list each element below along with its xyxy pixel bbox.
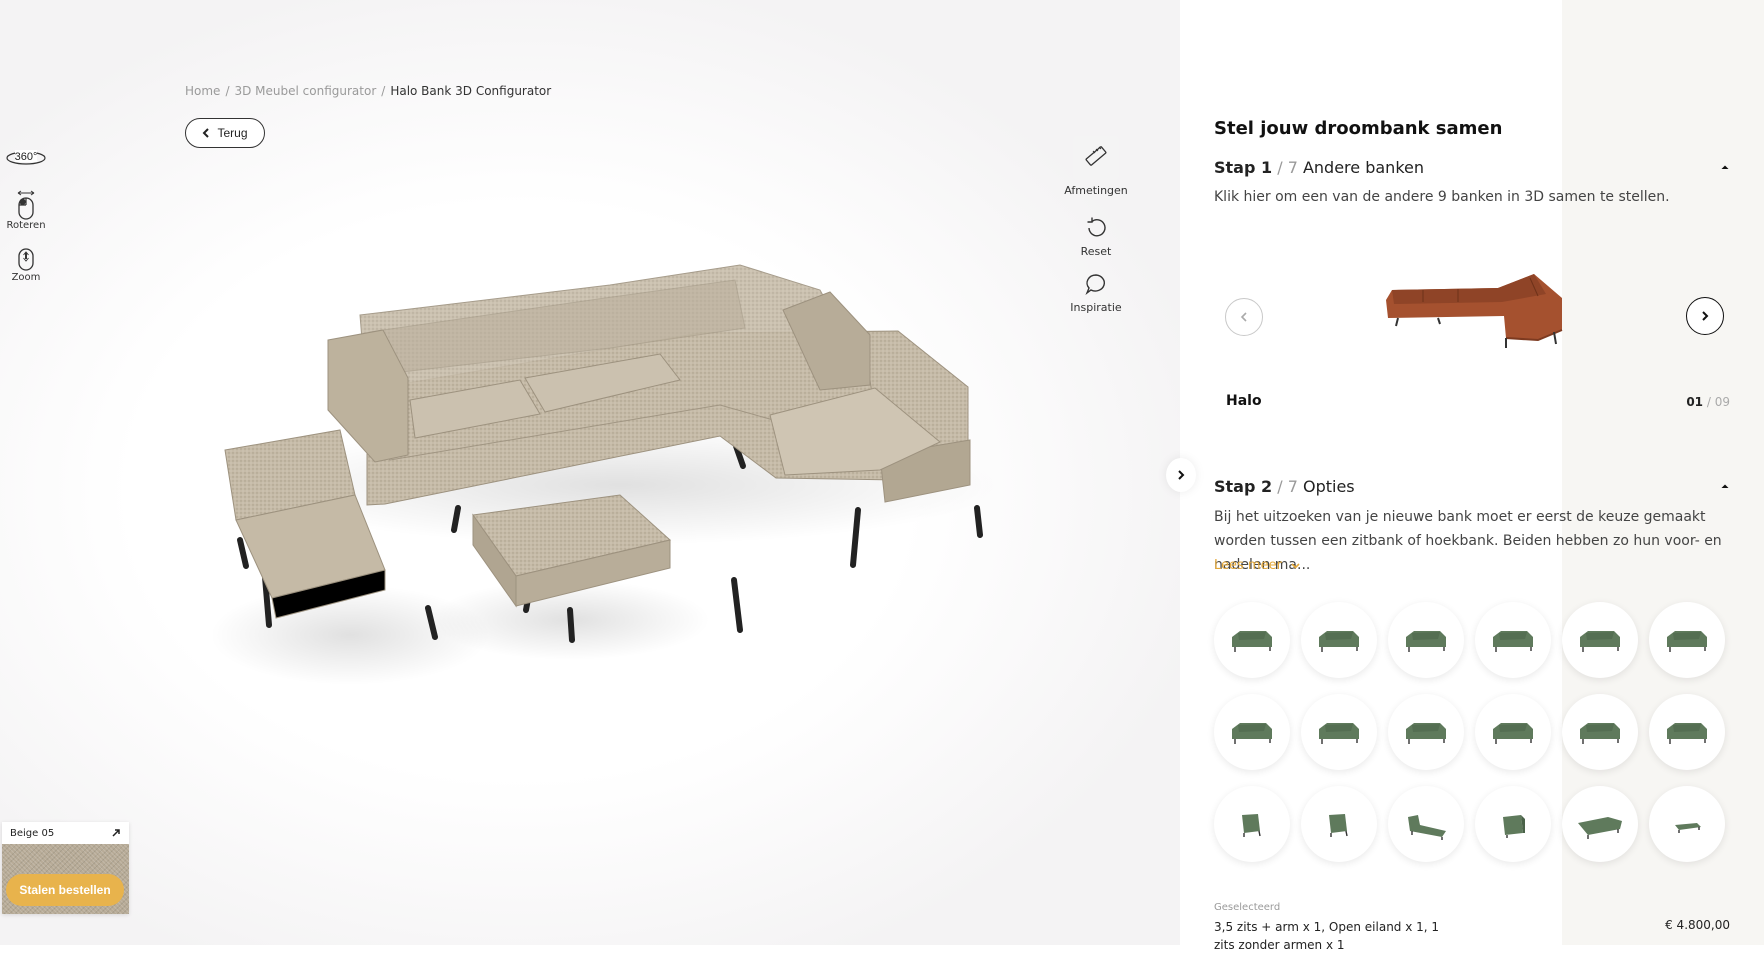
sofa-icon [1232, 631, 1272, 652]
order-samples-button[interactable]: Stalen bestellen [6, 874, 124, 906]
back-button[interactable]: Terug [185, 118, 265, 148]
sofa-icon [1493, 723, 1533, 744]
sofa-icon [1667, 631, 1707, 652]
tool-dimensions[interactable]: Afmetingen [1060, 136, 1132, 197]
option-chaise-longue[interactable] [1388, 786, 1464, 862]
option-ottoman[interactable] [1649, 786, 1725, 862]
option-sofa-4-seat-long[interactable] [1562, 602, 1638, 678]
model-name: Halo [1226, 393, 1262, 409]
option-sofa-2-5-seat-b[interactable] [1475, 694, 1551, 770]
control-zoom[interactable]: Zoom [0, 248, 52, 283]
step-1-header[interactable]: Stap 1 / 7 Andere banken [1214, 158, 1730, 182]
tool-reset[interactable]: Reset [1060, 216, 1132, 258]
chevron-down-icon [1291, 562, 1300, 569]
tool-dimensions-label: Afmetingen [1064, 184, 1128, 197]
breadcrumb-configurator[interactable]: 3D Meubel configurator [234, 84, 376, 98]
chaise-icon [1408, 815, 1446, 840]
sofa-icon [1232, 723, 1272, 744]
model-thumbnail[interactable] [1378, 268, 1574, 352]
sofa-icon [1406, 631, 1446, 652]
sofa-icon [1319, 723, 1359, 744]
chevron-left-icon [1240, 312, 1247, 322]
option-sofa-2-seat[interactable] [1562, 694, 1638, 770]
chevron-right-icon [1702, 311, 1709, 321]
breadcrumb: Home/3D Meubel configurator / Halo Bank 3D… [185, 84, 552, 98]
next-model-button[interactable] [1686, 297, 1724, 335]
option-sofa-3-seat-arm[interactable] [1388, 602, 1464, 678]
option-open-island[interactable] [1562, 786, 1638, 862]
read-more-link[interactable]: Lees meer [1214, 558, 1300, 573]
prev-model-button[interactable] [1225, 298, 1263, 336]
step-1-description: Klik hier om een van de andere 9 banken … [1214, 189, 1670, 205]
chevron-left-icon [203, 128, 210, 138]
option-sofa-3-5-seat-b[interactable] [1649, 602, 1725, 678]
chat-bubble-icon [1085, 274, 1105, 296]
option-sofa-4-seat[interactable] [1214, 602, 1290, 678]
tool-inspiration[interactable]: Inspiratie [1060, 272, 1132, 314]
option-corner-element[interactable] [1475, 786, 1551, 862]
ruler-icon [1085, 145, 1107, 166]
model-pagination: 01 / 09 [1686, 395, 1730, 409]
tool-reset-label: Reset [1080, 245, 1112, 258]
option-sofa-3-seat-c[interactable] [1388, 694, 1464, 770]
panel-title: Stel jouw droombank samen [1214, 118, 1503, 139]
option-chair-arm[interactable] [1301, 786, 1377, 862]
option-sofa-2-5-seat[interactable] [1301, 694, 1377, 770]
sofa-icon [1580, 631, 1620, 652]
option-chair-armless[interactable] [1214, 786, 1290, 862]
expand-arrow-icon[interactable] [111, 828, 121, 838]
reset-icon [1087, 217, 1106, 237]
sofa-render [210, 264, 1000, 685]
fabric-name: Beige 05 [10, 827, 55, 839]
control-rotate[interactable]: Roteren [0, 190, 52, 231]
option-sofa-2-seat-arm[interactable] [1649, 694, 1725, 770]
chevron-up-icon[interactable] [1720, 162, 1730, 172]
selected-label: Geselecteerd [1214, 902, 1281, 913]
total-price: € 4.800,00 [1665, 918, 1730, 932]
mouse-scroll-icon [18, 248, 34, 271]
control-zoom-label: Zoom [11, 272, 41, 283]
sofa-icon [1406, 723, 1446, 744]
control-rotate-label: Roteren [6, 220, 46, 231]
option-sofa-3-seat-b[interactable] [1214, 694, 1290, 770]
chevron-up-icon[interactable] [1720, 481, 1730, 491]
step-2-header[interactable]: Stap 2 / 7 Opties [1214, 477, 1730, 501]
control-360[interactable]: 360° [0, 146, 52, 168]
configurator-panel: Stel jouw droombank samen Stap 1 / 7 And… [1214, 0, 1734, 952]
toggle-panel-button[interactable] [1166, 458, 1196, 492]
sofa-icon [1667, 723, 1707, 744]
back-button-label: Terug [217, 126, 248, 140]
chair-icon [1329, 814, 1348, 837]
chair-icon [1242, 814, 1261, 837]
island-icon [1578, 817, 1622, 839]
ottoman-icon [1675, 823, 1701, 833]
option-sofa-3-5-seat[interactable] [1301, 602, 1377, 678]
tool-inspiration-label: Inspiratie [1070, 301, 1122, 314]
sofa-icon [1493, 631, 1533, 652]
control-360-label: 360° [15, 151, 38, 163]
selected-summary: 3,5 zits + arm x 1, Open eiland x 1, 1 z… [1214, 920, 1440, 952]
corner-icon [1503, 815, 1525, 838]
breadcrumb-current: Halo Bank 3D Configurator [390, 84, 552, 98]
fabric-swatch[interactable]: Beige 05 Stalen bestellen [2, 822, 129, 914]
chevron-right-icon [1178, 470, 1185, 480]
rotate-360-icon: 360° [6, 150, 46, 165]
sofa-icon [1319, 631, 1359, 652]
sofa-icon [1580, 723, 1620, 744]
option-sofa-3-seat[interactable] [1475, 602, 1551, 678]
breadcrumb-home[interactable]: Home [185, 84, 220, 98]
mouse-drag-icon [17, 190, 35, 220]
